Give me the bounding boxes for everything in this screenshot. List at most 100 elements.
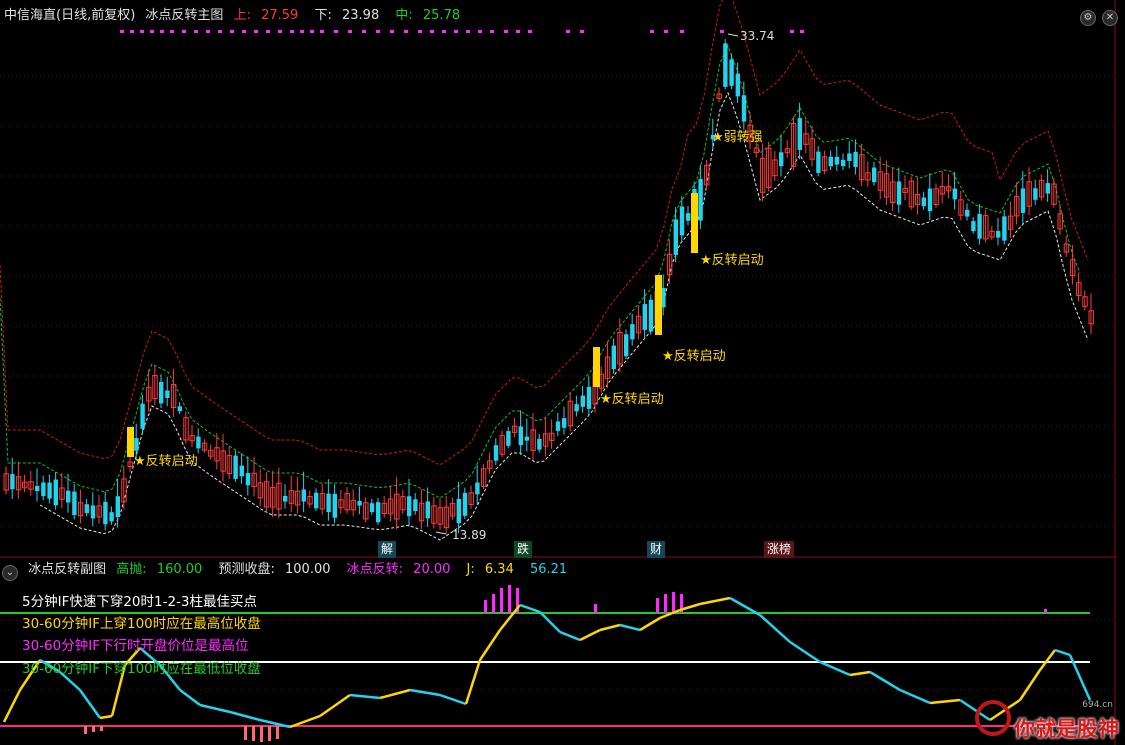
sub-bar-red bbox=[268, 726, 271, 741]
sub-bar-magenta bbox=[492, 594, 495, 613]
oscillator-segment bbox=[599, 623, 621, 632]
main-panel-header: 中信海直(日线,前复权) 冰点反转主图 上: 27.59 下: 23.98 中:… bbox=[4, 6, 472, 26]
upper-label: 上: bbox=[233, 8, 251, 23]
event-tag-die[interactable]: 跌 bbox=[514, 541, 533, 558]
signal-dot bbox=[442, 30, 446, 33]
oscillator-segment bbox=[849, 670, 871, 677]
candle-body bbox=[965, 209, 970, 217]
signal-dot bbox=[664, 30, 668, 33]
candle-body bbox=[196, 436, 201, 449]
candle-body bbox=[927, 188, 933, 212]
signal-dot bbox=[320, 30, 324, 33]
signal-dot bbox=[566, 30, 570, 33]
signal-reversal-4: ★反转启动 bbox=[700, 253, 764, 268]
candle-body bbox=[115, 496, 120, 518]
oscillator-segment bbox=[1039, 649, 1056, 671]
signal-candle bbox=[593, 347, 600, 387]
event-tag-zhangbang[interactable]: 涨榜 bbox=[764, 541, 795, 558]
signal-dot bbox=[376, 30, 380, 33]
sub-bar-magenta bbox=[508, 585, 511, 613]
candle-body bbox=[103, 501, 108, 525]
signal-dot bbox=[290, 30, 294, 33]
oscillator-segment bbox=[869, 670, 901, 692]
watermark-logo-icon bbox=[975, 700, 1011, 736]
signal-candle bbox=[691, 193, 698, 253]
signal-dot bbox=[182, 30, 186, 33]
candle-body bbox=[841, 159, 846, 167]
main-indicator-name[interactable]: 冰点反转主图 bbox=[145, 8, 223, 23]
oscillator-segment bbox=[579, 628, 601, 642]
candle-body bbox=[233, 455, 238, 479]
price-min-label: 13.89 bbox=[452, 528, 487, 542]
candle-body bbox=[524, 436, 530, 441]
event-tag-cai[interactable]: 财 bbox=[647, 541, 666, 558]
extra-value: 56.21 bbox=[529, 562, 568, 577]
oscillator-segment bbox=[319, 693, 351, 718]
candle-body bbox=[376, 502, 381, 523]
signal-dot bbox=[160, 30, 164, 33]
oscillator-segment bbox=[559, 630, 581, 642]
candle-body bbox=[1045, 183, 1050, 194]
signal-dot bbox=[348, 30, 352, 33]
candle-body bbox=[977, 213, 982, 239]
oscillator-segment bbox=[699, 596, 731, 606]
oscillator-segment bbox=[929, 698, 961, 705]
settings-icon[interactable]: ⚙ bbox=[1080, 10, 1096, 26]
candle-body bbox=[921, 197, 926, 207]
candle-body bbox=[493, 445, 499, 461]
mid-value: 25.78 bbox=[422, 8, 461, 23]
legend-line-3: 30-60分钟IF下行时开盘价位是最高位 bbox=[22, 638, 249, 654]
candle-body bbox=[698, 179, 703, 221]
oscillator-segment bbox=[179, 689, 201, 706]
candle-body bbox=[332, 493, 337, 518]
signal-dot bbox=[418, 30, 422, 33]
signal-dot bbox=[170, 30, 174, 33]
signal-reversal-2: ★反转启动 bbox=[600, 392, 664, 407]
candle-body bbox=[624, 334, 629, 357]
signal-dot bbox=[504, 30, 508, 33]
signal-dot bbox=[478, 30, 482, 33]
signal-dot bbox=[650, 30, 654, 33]
oscillator-segment bbox=[1018, 669, 1042, 701]
watermark-text: 你就是股神 bbox=[1014, 717, 1119, 741]
signal-dot bbox=[130, 30, 134, 33]
sub-bar-red bbox=[100, 726, 103, 731]
bingdian-label: 冰点反转: bbox=[346, 562, 404, 577]
oscillator-segment bbox=[349, 693, 381, 700]
close-icon[interactable]: ✕ bbox=[1102, 10, 1118, 26]
candle-body bbox=[611, 345, 616, 370]
candle-body bbox=[797, 118, 802, 151]
signal-dot bbox=[800, 30, 804, 33]
sub-bar-red bbox=[260, 726, 263, 742]
collapse-icon[interactable]: ⌄ bbox=[2, 565, 18, 581]
candle-body bbox=[140, 403, 145, 429]
candle-body bbox=[326, 493, 331, 513]
candle-body bbox=[723, 43, 728, 87]
sub-indicator-name[interactable]: 冰点反转副图 bbox=[28, 562, 106, 577]
forecast-label: 预测收盘: bbox=[218, 562, 275, 577]
candle-body bbox=[574, 404, 579, 412]
signal-dot bbox=[120, 30, 124, 33]
signal-dot bbox=[720, 30, 724, 33]
candle-body bbox=[462, 492, 468, 516]
candle-body bbox=[555, 421, 561, 431]
candle-body bbox=[177, 406, 182, 412]
signal-dot bbox=[206, 30, 210, 33]
candle-body bbox=[314, 492, 319, 509]
legend-line-2: 30-60分钟IF上穿100时应在最高位收盘 bbox=[22, 616, 261, 632]
stock-title: 中信海直(日线,前复权) bbox=[4, 8, 136, 23]
candle-body bbox=[456, 498, 461, 524]
candle-body bbox=[72, 491, 77, 516]
signal-dot bbox=[390, 30, 394, 33]
signal-reversal-3: ★反转启动 bbox=[662, 349, 726, 364]
candle-body bbox=[357, 500, 362, 506]
candle-body bbox=[741, 95, 747, 122]
bingdian-value: 20.00 bbox=[413, 562, 451, 577]
oscillator-segment bbox=[439, 693, 467, 706]
event-tag-jie[interactable]: 解 bbox=[378, 541, 397, 558]
candle-body bbox=[53, 479, 58, 506]
candle-body bbox=[834, 156, 840, 165]
candle-body bbox=[109, 512, 114, 522]
signal-dot bbox=[254, 30, 258, 33]
candle-body bbox=[580, 395, 585, 407]
